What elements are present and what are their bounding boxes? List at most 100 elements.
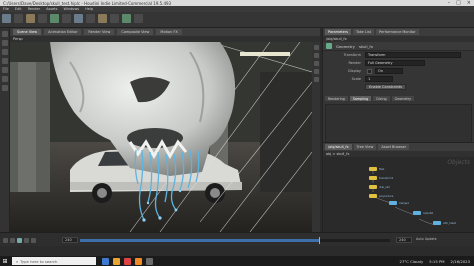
menu-file[interactable]: File — [3, 7, 9, 11]
lighting-icon[interactable] — [313, 61, 319, 66]
weather-status[interactable]: 27°C Cloudy — [400, 259, 424, 264]
tab-render-view[interactable]: Render View — [84, 29, 115, 35]
display-checkbox[interactable] — [367, 68, 372, 74]
shading-mode-icon[interactable] — [313, 53, 319, 58]
rotate-tool-icon[interactable] — [2, 49, 8, 55]
tab-composite-view[interactable]: Composite View — [117, 29, 154, 35]
param-field[interactable]: Transform — [365, 52, 461, 58]
file-explorer-icon[interactable] — [102, 257, 109, 265]
menu-render[interactable]: Render — [28, 7, 40, 11]
subtab-rendering[interactable]: Rendering — [325, 95, 348, 102]
end-frame-field[interactable]: 240 — [396, 237, 412, 243]
param-label: Scale — [351, 77, 361, 81]
node-label: merge1 — [399, 201, 410, 205]
folder-icon[interactable] — [113, 257, 120, 265]
node-body[interactable] — [369, 176, 377, 180]
subtab-sampling[interactable]: Sampling — [349, 95, 372, 102]
pyro-icon[interactable] — [122, 14, 131, 23]
create-light-icon[interactable] — [62, 14, 71, 23]
scale-tool-icon[interactable] — [2, 58, 8, 64]
node-name[interactable]: skull_fx — [359, 44, 373, 49]
node-body[interactable] — [369, 167, 377, 171]
node-body[interactable] — [369, 185, 377, 189]
tab-network[interactable]: /obj/skull_fx — [325, 144, 352, 150]
select-tool-icon[interactable] — [2, 31, 8, 37]
rigid-bodies-icon[interactable] — [110, 14, 119, 23]
viewport-display-options — [312, 42, 320, 232]
create-grid-icon[interactable] — [26, 14, 35, 23]
param-row-display: Display On — [323, 67, 474, 75]
create-sphere-icon[interactable] — [2, 14, 11, 23]
create-box-icon[interactable] — [14, 14, 23, 23]
clock-date[interactable]: 2/16/2023 — [451, 259, 470, 264]
network-node[interactable]: vdb_mesh — [433, 221, 456, 225]
parameter-section — [325, 104, 472, 144]
tab-asset-browser[interactable]: Asset Browser — [378, 144, 410, 150]
tab-scene-view[interactable]: Scene View — [13, 29, 42, 35]
network-node[interactable]: transform1 — [369, 176, 393, 180]
menu-windows[interactable]: Windows — [64, 7, 80, 11]
playbar: 240 240 Auto Update — [0, 232, 474, 246]
network-node[interactable]: file1 — [369, 167, 385, 171]
auto-update-menu[interactable]: Auto Update — [416, 237, 437, 241]
node-header: Geometry skull_fx — [323, 42, 474, 51]
network-node[interactable]: output0 — [413, 211, 433, 215]
tab-motion-fx[interactable]: Motion FX — [156, 29, 182, 35]
tab-take-list[interactable]: Take List — [353, 29, 375, 35]
tab-tree-view[interactable]: Tree View — [353, 144, 377, 150]
view-tool-icon[interactable] — [2, 85, 8, 91]
node-body[interactable] — [389, 201, 397, 205]
tab-parameters[interactable]: Parameters — [325, 29, 352, 35]
create-curve-icon[interactable] — [50, 14, 59, 23]
timeline-track[interactable] — [80, 237, 390, 244]
camera-menu[interactable]: Persp — [13, 37, 23, 41]
snapshot-icon[interactable] — [313, 77, 319, 82]
parameter-subtabs: Rendering Sampling Dicing Geometry — [323, 95, 474, 102]
jump-start-icon[interactable] — [3, 237, 8, 243]
ceiling-light — [240, 52, 290, 56]
display-options-icon[interactable] — [313, 45, 319, 50]
param-field[interactable]: 1 — [365, 76, 393, 82]
subtab-dicing[interactable]: Dicing — [373, 95, 390, 102]
menu-help[interactable]: Help — [85, 7, 93, 11]
menu-edit[interactable]: Edit — [15, 7, 22, 11]
particles-icon[interactable] — [86, 14, 95, 23]
param-field[interactable]: On — [375, 68, 403, 74]
scene-viewport[interactable] — [10, 42, 320, 232]
play-icon[interactable] — [17, 237, 22, 243]
app-icon[interactable] — [146, 257, 153, 265]
time-slider-handle[interactable] — [318, 237, 321, 244]
param-dropdown[interactable]: Full Geometry — [365, 60, 425, 66]
houdini-icon[interactable] — [135, 257, 142, 265]
move-tool-icon[interactable] — [2, 40, 8, 46]
network-node[interactable]: polyreduce — [369, 194, 393, 198]
network-node[interactable]: merge1 — [389, 201, 409, 205]
jump-end-icon[interactable] — [31, 237, 36, 243]
current-frame-field[interactable]: 240 — [62, 237, 78, 243]
menu-assets[interactable]: Assets — [46, 7, 57, 11]
windows-start-icon[interactable]: ⊞ — [0, 256, 10, 266]
windows-taskbar: ⊞ ⌕ Type here to search 27°C Cloudy 5:15… — [0, 256, 474, 266]
pose-tool-icon[interactable] — [2, 76, 8, 82]
fluids-icon[interactable] — [98, 14, 107, 23]
tab-performance-monitor[interactable]: Performance Monitor — [376, 29, 419, 35]
step-forward-icon[interactable] — [24, 237, 29, 243]
taskbar-apps — [102, 257, 153, 265]
create-camera-icon[interactable] — [74, 14, 83, 23]
tab-animation-editor[interactable]: Animation Editor — [44, 29, 82, 35]
clock-time[interactable]: 5:15 PM — [429, 259, 444, 264]
node-body[interactable] — [433, 221, 441, 225]
node-body[interactable] — [413, 211, 421, 215]
taskbar-search[interactable]: ⌕ Type here to search — [12, 257, 96, 265]
browser-icon[interactable] — [124, 257, 131, 265]
network-node[interactable]: drip_sim — [369, 185, 390, 189]
node-body[interactable] — [369, 194, 377, 198]
network-editor[interactable]: /obj/skull_fx Tree View Asset Browser ob… — [322, 142, 474, 232]
vellum-icon[interactable] — [134, 14, 143, 23]
handle-tool-icon[interactable] — [2, 67, 8, 73]
enable-constraints-button[interactable]: Enable Constraints — [365, 84, 407, 90]
subtab-geometry[interactable]: Geometry — [391, 95, 415, 102]
ghost-icon[interactable] — [313, 69, 319, 74]
step-back-icon[interactable] — [10, 237, 15, 243]
create-torus-icon[interactable] — [38, 14, 47, 23]
